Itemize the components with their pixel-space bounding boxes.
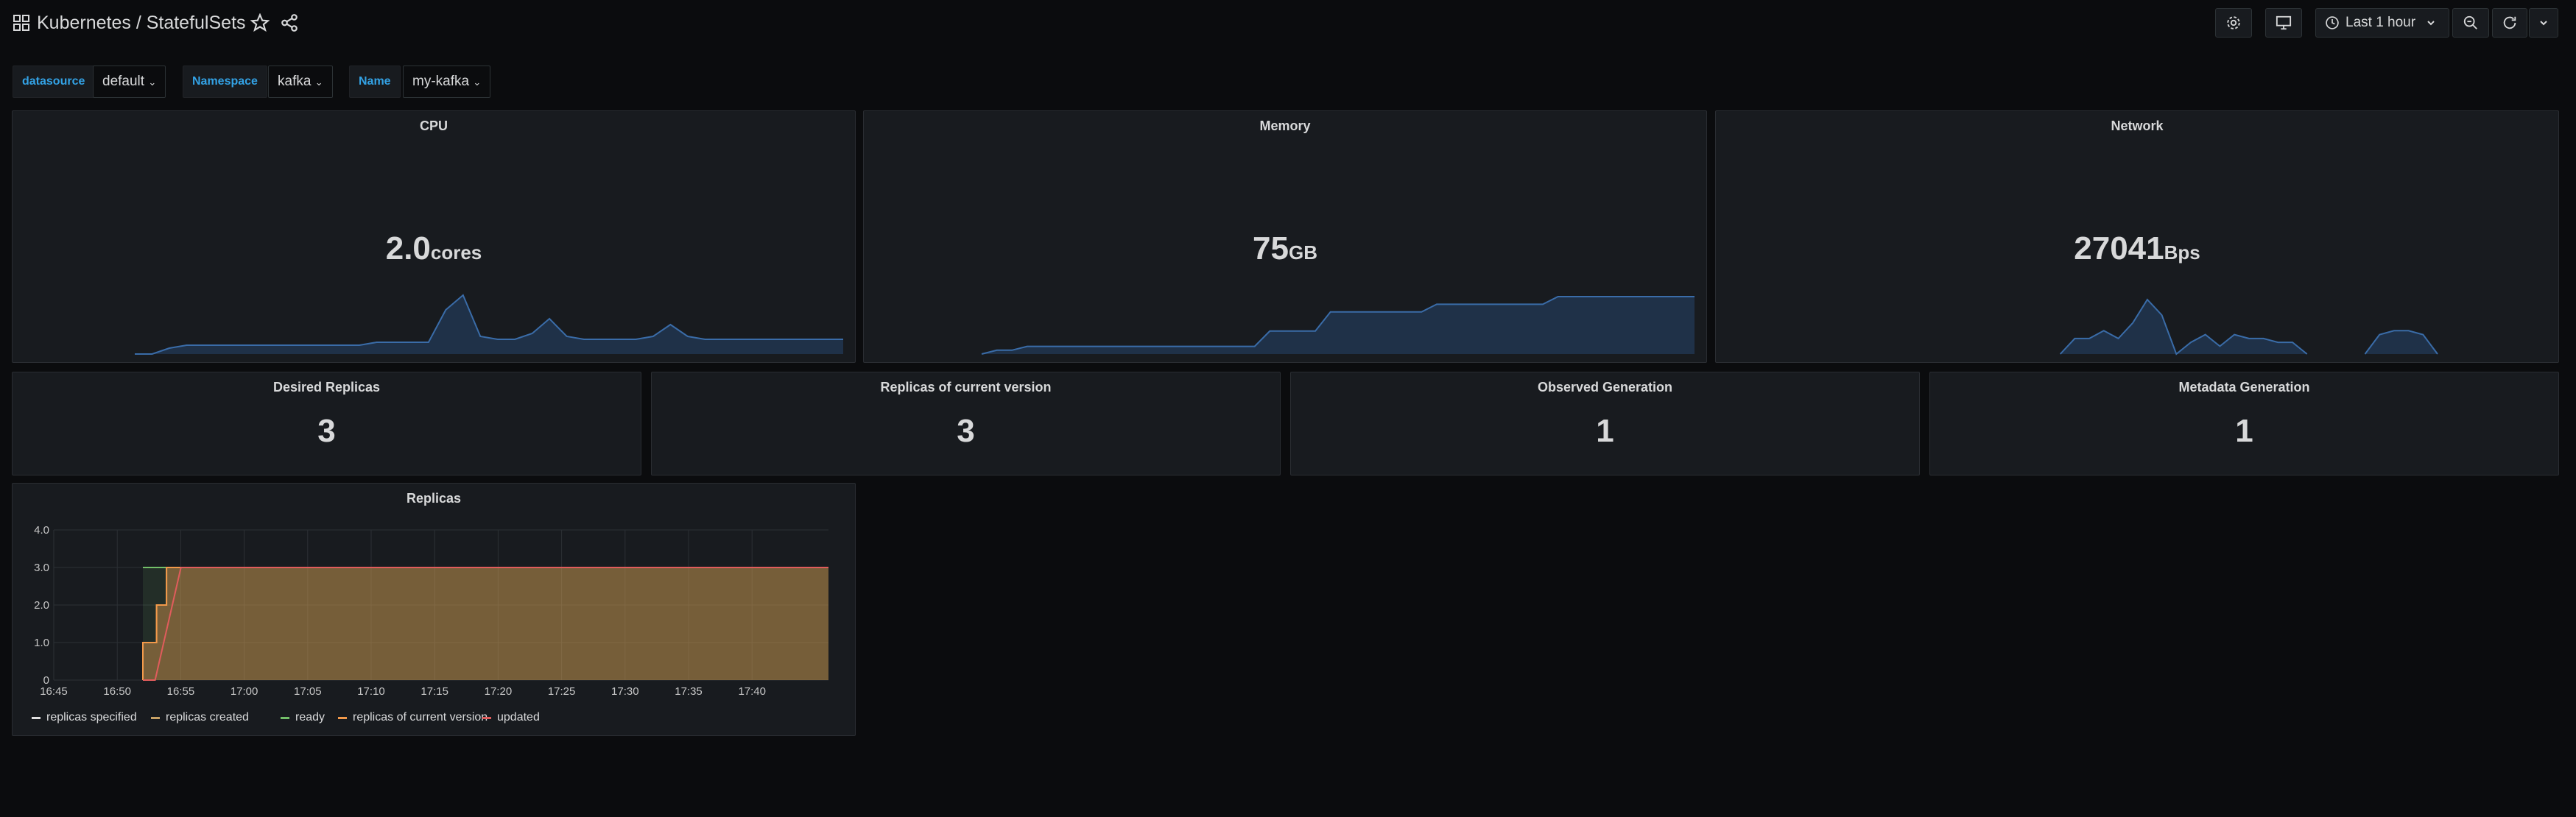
variable-select-datasource[interactable]: default ⌄: [93, 66, 166, 98]
stat-value: 1: [1596, 413, 1614, 449]
tv-mode-button[interactable]: [2265, 8, 2302, 38]
legend-item[interactable]: replicas of current version: [338, 711, 488, 724]
legend-swatch: [151, 716, 160, 719]
x-tick-label: 16:55: [167, 685, 195, 698]
stat-value: 1: [2235, 413, 2253, 449]
refresh-button[interactable]: [2492, 8, 2527, 38]
desired-replicas-panel: Desired Replicas 3: [12, 372, 641, 475]
dashboard-header: Kubernetes / StatefulSets Last 1 hour: [0, 0, 2576, 47]
variable-label-datasource: datasource: [13, 66, 95, 98]
observed-generation-panel: Observed Generation 1: [1290, 372, 1920, 475]
legend-item[interactable]: replicas created: [151, 711, 249, 724]
chevron-down-icon: ⌄: [473, 77, 482, 88]
x-tick-label: 17:20: [485, 685, 513, 698]
cpu-panel: CPU 2.0cores: [12, 110, 856, 363]
panel-title[interactable]: Replicas of current version: [652, 380, 1280, 395]
x-tick-label: 16:45: [40, 685, 68, 698]
x-tick-label: 17:25: [548, 685, 576, 698]
clock-icon: [2326, 16, 2339, 29]
x-tick-label: 17:30: [611, 685, 639, 698]
panel-title[interactable]: Observed Generation: [1291, 380, 1919, 395]
x-tick-label: 17:15: [420, 685, 448, 698]
x-tick-label: 16:50: [103, 685, 131, 698]
variable-value: kafka: [278, 74, 312, 89]
chevron-down-icon: ⌄: [314, 77, 323, 88]
legend-label: replicas of current version: [353, 711, 488, 724]
monitor-icon: [2276, 15, 2292, 30]
zoom-out-icon: [2463, 15, 2477, 29]
variable-select-name[interactable]: my-kafka ⌄: [403, 66, 491, 98]
replicas-chart: 01.02.03.04.016:45 16:50 16:55 17:00 17:05 17…: [34, 524, 828, 698]
share-icon[interactable]: [280, 13, 299, 32]
current-version-replicas-panel: Replicas of current version 3: [651, 372, 1281, 475]
memory-sparkline: [981, 296, 1695, 355]
dashboards-grid-icon[interactable]: [13, 15, 29, 31]
x-tick-label: 17:05: [294, 685, 322, 698]
legend-label: ready: [295, 711, 325, 724]
legend-label: replicas specified: [46, 711, 137, 724]
x-tick-label: 17:40: [738, 685, 766, 698]
variable-value: my-kafka: [412, 74, 470, 89]
network-panel: Network 27041Bps: [1715, 110, 2559, 363]
dashboard-settings-button[interactable]: [2215, 8, 2252, 38]
variable-select-namespace[interactable]: kafka ⌄: [268, 66, 333, 98]
y-tick-label: 4.0: [34, 524, 49, 537]
legend-swatch: [281, 716, 289, 719]
legend-item[interactable]: replicas specified: [32, 711, 137, 724]
legend-item[interactable]: updated: [482, 711, 540, 724]
time-range-label: Last 1 hour: [2346, 15, 2416, 30]
cpu-sparkline: [135, 294, 843, 355]
sparkline-area: [2365, 330, 2438, 354]
legend-label: replicas created: [166, 711, 249, 724]
memory-panel: Memory 75GB: [863, 110, 1707, 363]
legend-label: updated: [497, 711, 540, 724]
x-tick-label: 17:10: [357, 685, 385, 698]
dashboard-title[interactable]: Kubernetes / StatefulSets: [37, 10, 246, 35]
x-tick-label: 17:35: [675, 685, 703, 698]
replicas-graph-panel: Replicas 0 1.0 2.0 3.0 4.0 16:45 16:50 16:55 17:…: [12, 483, 856, 736]
series-area: [143, 567, 828, 680]
legend-swatch: [482, 716, 491, 719]
stat-value: 3: [317, 413, 336, 449]
metadata-generation-panel: Metadata Generation 1: [1929, 372, 2559, 475]
legend-swatch: [338, 716, 347, 719]
panel-title[interactable]: Desired Replicas: [13, 380, 641, 395]
chevron-down-icon: ⌄: [148, 77, 157, 88]
sparkline-area: [982, 297, 1695, 354]
star-icon[interactable]: [250, 13, 270, 32]
chart-legend: replicas specified replicas created ready r…: [32, 711, 842, 727]
variable-label-name: Name: [349, 66, 401, 98]
legend-swatch: [32, 716, 41, 719]
refresh-icon: [2503, 16, 2516, 29]
y-tick-label: 3.0: [34, 562, 49, 574]
y-tick-label: 1.0: [34, 637, 49, 649]
legend-item[interactable]: ready: [281, 711, 325, 724]
variable-value: default: [102, 74, 145, 89]
x-tick-label: 17:00: [230, 685, 258, 698]
sparkline-area: [2060, 300, 2307, 354]
refresh-interval-button[interactable]: [2529, 8, 2558, 38]
stat-value: 3: [957, 413, 975, 449]
chevron-down-icon: [2427, 21, 2435, 26]
network-sparkline: [2059, 298, 2438, 356]
gear-icon: [2227, 16, 2240, 29]
y-tick-label: 2.0: [34, 599, 49, 612]
zoom-out-button[interactable]: [2452, 8, 2489, 38]
time-range-picker[interactable]: Last 1 hour: [2315, 8, 2449, 38]
chevron-down-icon: [2540, 21, 2547, 26]
panel-title[interactable]: Metadata Generation: [1930, 380, 2558, 395]
variable-label-namespace: Namespace: [183, 66, 267, 98]
